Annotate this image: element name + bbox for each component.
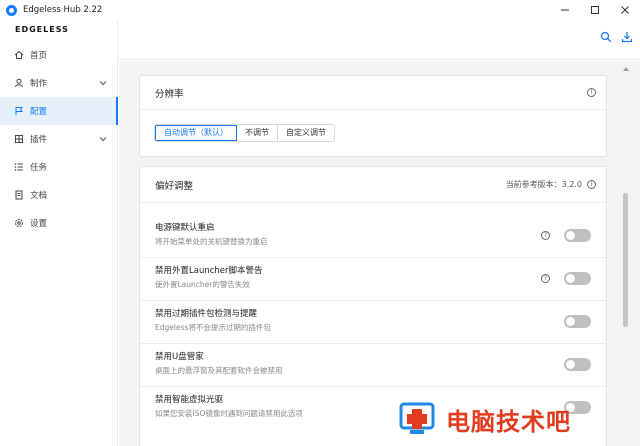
sidebar-item-label: 首页 <box>30 51 48 61</box>
search-button[interactable] <box>599 30 613 44</box>
maximize-icon <box>591 6 599 14</box>
resolution-option-custom[interactable]: 自定义调节 <box>278 125 334 141</box>
sidebar-item-plugins[interactable]: 插件 <box>0 125 117 153</box>
pref-title: 禁用过期插件包检测与提醒 <box>155 309 258 319</box>
close-icon <box>621 6 629 14</box>
watermark: 电脑技术吧 <box>398 395 638 443</box>
sidebar-item-label: 制作 <box>30 79 48 89</box>
pref-toggle[interactable] <box>564 358 591 371</box>
chevron-down-icon <box>99 137 107 142</box>
document-icon <box>14 190 24 200</box>
search-icon <box>600 31 612 43</box>
version-text: 当前参考版本：3.2.0 <box>505 180 582 189</box>
close-button[interactable] <box>610 0 640 20</box>
pref-toggle[interactable] <box>564 315 591 328</box>
scrollbar-thumb[interactable] <box>623 193 628 327</box>
pref-desc: 桌面上的悬浮窗及其配套软件会被禁用 <box>155 366 283 375</box>
gear-icon <box>14 218 24 228</box>
pref-row-launcher-warning: 禁用外置Launcher脚本警告 使外置Launcher的警告失效 ? <box>140 258 606 301</box>
sidebar-item-tasks[interactable]: 任务 <box>0 153 117 181</box>
pref-toggle[interactable] <box>564 229 591 242</box>
sidebar-item-make[interactable]: 制作 <box>0 69 117 97</box>
grid-icon <box>14 134 24 144</box>
pref-desc: 将开始菜单处的关机键替换为重启 <box>155 237 268 246</box>
preferences-title: 偏好调整 <box>155 180 194 192</box>
scroll-up-arrow[interactable] <box>623 67 629 71</box>
minimize-icon <box>561 9 569 11</box>
resolution-title: 分辨率 <box>155 88 184 100</box>
resolution-header: 分辨率 ! <box>140 76 606 110</box>
sidebar-item-config[interactable]: 配置 <box>0 97 118 125</box>
help-icon[interactable]: ! <box>587 180 596 189</box>
sidebar-item-home[interactable]: 首页 <box>0 41 117 69</box>
sidebar: EDGELESS 首页 制作 配置 插件 任务 文档 设置 <box>0 20 118 446</box>
sidebar-item-label: 配置 <box>30 107 48 117</box>
flag-icon <box>14 106 24 116</box>
resolution-card: 分辨率 ! 自动调节（默认） 不调节 自定义调节 <box>139 75 607 157</box>
list-icon <box>14 162 24 172</box>
user-icon <box>14 78 24 88</box>
download-button[interactable] <box>620 30 634 44</box>
download-icon <box>621 32 633 43</box>
help-icon[interactable]: ! <box>587 88 596 97</box>
pref-title: 电源键默认重启 <box>155 223 215 233</box>
sidebar-item-settings[interactable]: 设置 <box>0 209 117 237</box>
pref-row-power-reboot: 电源键默认重启 将开始菜单处的关机键替换为重启 ? <box>140 215 606 258</box>
watermark-logo-icon <box>399 402 435 434</box>
watermark-text: 电脑技术吧 <box>446 407 571 436</box>
title-bar: Edgeless Hub 2.22 <box>0 0 640 20</box>
sidebar-item-docs[interactable]: 文档 <box>0 181 117 209</box>
app-logo-icon <box>6 4 17 16</box>
home-icon <box>14 50 24 60</box>
pref-title: 禁用外置Launcher脚本警告 <box>155 266 263 276</box>
sidebar-item-label: 设置 <box>30 219 48 229</box>
pref-row-usb-manager: 禁用U盘管家 桌面上的悬浮窗及其配套软件会被禁用 <box>140 344 606 387</box>
pref-desc: 使外置Launcher的警告失效 <box>155 280 250 289</box>
maximize-button[interactable] <box>580 0 610 20</box>
brand-logo: EDGELESS <box>15 24 69 34</box>
pref-desc: Edgeless将不会提示过期的插件包 <box>155 323 271 332</box>
pref-title: 禁用U盘管家 <box>155 352 204 362</box>
main-content: 分辨率 ! 自动调节（默认） 不调节 自定义调节 偏好调整 当前参考版本：3.2… <box>119 61 640 446</box>
sidebar-item-label: 文档 <box>30 191 48 201</box>
question-icon[interactable]: ? <box>541 231 550 240</box>
sidebar-item-label: 插件 <box>30 135 48 145</box>
pref-toggle[interactable] <box>564 272 591 285</box>
chevron-down-icon <box>99 81 107 86</box>
preferences-header: 偏好调整 当前参考版本：3.2.0 ! <box>140 167 606 203</box>
pref-row-expired-plugins: 禁用过期插件包检测与提醒 Edgeless将不会提示过期的插件包 <box>140 301 606 344</box>
question-icon[interactable]: ? <box>541 274 550 283</box>
window-title: Edgeless Hub 2.22 <box>23 5 103 15</box>
resolution-option-none[interactable]: 不调节 <box>237 125 278 141</box>
sidebar-item-label: 任务 <box>30 163 48 173</box>
header-toolbar <box>118 20 640 60</box>
resolution-segmented-control: 自动调节（默认） 不调节 自定义调节 <box>154 124 335 142</box>
minimize-button[interactable] <box>550 0 580 20</box>
resolution-option-auto[interactable]: 自动调节（默认） <box>155 125 237 141</box>
window-controls <box>550 0 640 20</box>
